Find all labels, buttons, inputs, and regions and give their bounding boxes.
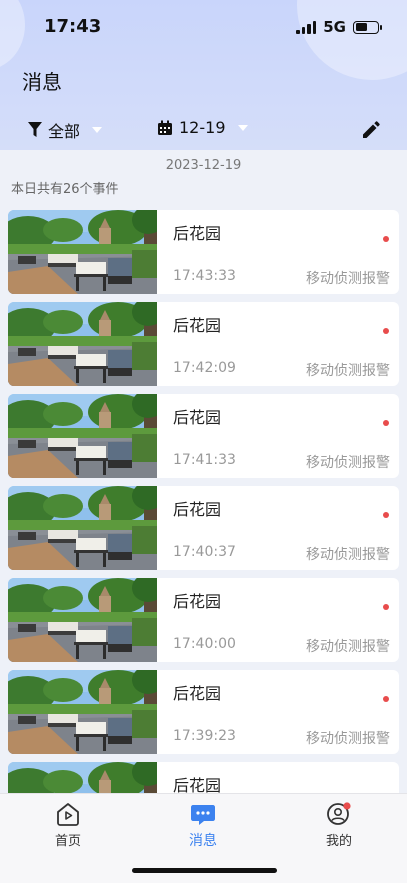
date-filter[interactable]: 12-19 (157, 118, 248, 137)
event-title: 后花园 (173, 408, 222, 427)
tab-messages[interactable]: 消息 (163, 802, 243, 850)
unread-dot (383, 696, 389, 702)
event-time: 17:43:33 (173, 268, 236, 284)
event-title: 后花园 (173, 592, 222, 611)
unread-dot (383, 420, 389, 426)
tab-messages-label: 消息 (189, 833, 217, 849)
event-time: 17:40:37 (173, 544, 236, 560)
event-thumbnail (8, 486, 157, 570)
page-title: 消息 (22, 70, 62, 94)
event-time: 17:40:00 (173, 636, 236, 652)
category-filter[interactable]: 全部 (28, 118, 103, 142)
home-play-icon (57, 803, 79, 826)
event-type: 移动侦测报警 (306, 363, 390, 379)
event-count-text: 本日共有26个事件 (11, 182, 119, 197)
event-title: 后花园 (173, 500, 222, 519)
event-thumbnail (8, 670, 157, 754)
chevron-down-icon (237, 124, 248, 131)
event-card[interactable]: 后花园 17:39:23 移动侦测报警 (8, 670, 399, 754)
event-thumbnail (8, 210, 157, 294)
event-type: 移动侦测报警 (306, 271, 390, 287)
list-date-header: 2023-12-19 (165, 158, 242, 173)
event-time: 17:39:23 (173, 728, 236, 744)
home-indicator (132, 868, 277, 873)
event-time: 17:42:09 (173, 360, 236, 376)
event-thumbnail (8, 302, 157, 386)
category-filter-label: 全部 (48, 122, 81, 141)
event-title: 后花园 (173, 316, 222, 335)
event-card[interactable]: 后花园 17:41:33 移动侦测报警 (8, 394, 399, 478)
event-type: 移动侦测报警 (306, 455, 390, 471)
unread-dot (383, 236, 389, 242)
status-bar: 17:43 5G (0, 0, 407, 54)
event-type: 移动侦测报警 (306, 639, 390, 655)
message-icon (191, 805, 215, 825)
date-filter-label: 12-19 (179, 118, 226, 137)
chevron-down-icon (92, 127, 103, 133)
tab-me[interactable]: 我的 (299, 802, 379, 849)
tab-home[interactable]: 首页 (28, 802, 108, 849)
network-type: 5G (323, 18, 346, 36)
status-time: 17:43 (44, 16, 102, 37)
event-time: 17:41:33 (173, 452, 236, 468)
event-card[interactable]: 后花园 17:43:33 移动侦测报警 (8, 210, 399, 294)
notification-badge (343, 802, 351, 810)
unread-dot (383, 604, 389, 610)
event-title: 后花园 (173, 224, 222, 243)
user-icon (327, 802, 351, 825)
funnel-icon (28, 122, 42, 137)
filter-bar: 全部 12-19 (0, 112, 407, 146)
edit-icon[interactable] (361, 120, 381, 140)
event-type: 移动侦测报警 (306, 547, 390, 563)
event-type: 移动侦测报警 (306, 731, 390, 747)
status-indicators: 5G (296, 18, 382, 36)
event-card[interactable]: 后花园 17:40:37 移动侦测报警 (8, 486, 399, 570)
unread-dot (383, 328, 389, 334)
calendar-icon (158, 120, 172, 135)
event-card[interactable]: 后花园 17:40:00 移动侦测报警 (8, 578, 399, 662)
event-title: 后花园 (173, 684, 222, 703)
unread-dot (383, 512, 389, 518)
event-card[interactable]: 后花园 17:42:09 移动侦测报警 (8, 302, 399, 386)
event-thumbnail (8, 578, 157, 662)
event-thumbnail (8, 394, 157, 478)
signal-icon (296, 20, 317, 34)
tab-home-label: 首页 (54, 834, 81, 849)
tab-me-label: 我的 (325, 834, 352, 849)
battery-icon (353, 20, 382, 34)
